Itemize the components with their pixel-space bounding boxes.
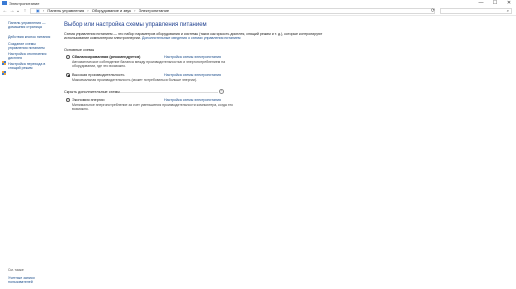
shield-icon (2, 52, 6, 65)
recent-locations-chevron-icon[interactable]: ⌄ (15, 7, 21, 15)
section-hide-additional[interactable]: Скрыть дополнительные схемы (64, 90, 120, 94)
breadcrumb-item[interactable]: Оборудование и звук (92, 8, 131, 13)
plan-description: Максимальная производительность (может п… (72, 78, 198, 82)
close-button[interactable]: ✕ (502, 0, 516, 7)
collapse-chevron-icon[interactable]: ⌃ (219, 89, 224, 94)
back-arrow-icon[interactable]: ← (2, 7, 8, 15)
breadcrumb-separator: › (42, 8, 45, 13)
breadcrumb: ▣ › Панель управления › Оборудование и з… (36, 8, 169, 14)
main-content: Выбор или настройка схемы управления пит… (58, 16, 516, 289)
window-title: Электропитание (9, 1, 40, 6)
breadcrumb-separator: › (87, 8, 89, 13)
maximize-button[interactable]: ☐ (488, 0, 502, 7)
sidebar-link-home[interactable]: Панель управления — домашняя страница (8, 21, 56, 30)
shield-icon (2, 62, 6, 75)
plan-radio-power-saver[interactable] (66, 98, 70, 102)
minimize-button[interactable]: — (474, 0, 488, 7)
plan-name[interactable]: Экономия энергии (72, 98, 104, 102)
plan-name[interactable]: Сбалансированная (рекомендуется) (72, 55, 140, 59)
plan-settings-link[interactable]: Настройка схемы электропитания (164, 73, 221, 77)
breadcrumb-separator: › (134, 8, 136, 13)
section-main-plans: Основные схемы (64, 48, 95, 52)
sidebar-link-power-buttons[interactable]: Действия кнопок питания (8, 35, 56, 39)
plan-radio-balanced[interactable] (66, 55, 70, 59)
intro-text: Схема управления питанием — это набор па… (64, 32, 344, 41)
plan-description: Автоматическое соблюдение баланса между … (72, 60, 226, 69)
sidebar-link-user-accounts[interactable]: Учетные записи пользователей (8, 276, 56, 284)
breadcrumb-item[interactable]: Панель управления (47, 8, 84, 13)
page-title: Выбор или настройка схемы управления пит… (64, 22, 207, 28)
refresh-icon[interactable]: ⟳ (430, 7, 436, 15)
up-arrow-icon[interactable]: ↑ (22, 7, 28, 15)
sidebar-link-create-plan[interactable]: Создание схемы управления питанием (8, 42, 56, 51)
see-also-label: См. также (8, 268, 24, 272)
address-bar-row: ← → ⌄ ↑ ▣ › Панель управления › Оборудов… (0, 7, 516, 16)
breadcrumb-item[interactable]: Электропитание (139, 8, 169, 13)
plan-settings-link[interactable]: Настройка схемы электропитания (164, 98, 221, 102)
search-icon: ⌕ (506, 8, 509, 13)
sidebar: Панель управления — домашняя страница Де… (0, 16, 58, 289)
section-divider (120, 92, 218, 93)
intro-help-link[interactable]: Дополнительные сведения о схемах управле… (142, 36, 241, 40)
power-options-icon (2, 1, 7, 5)
search-input[interactable]: ⌕ (440, 8, 512, 14)
plan-radio-high-performance[interactable] (66, 73, 70, 77)
plan-settings-link[interactable]: Настройка схемы электропитания (164, 55, 221, 59)
control-panel-icon: ▣ (36, 8, 40, 13)
sidebar-link-sleep[interactable]: Настройка перехода в спящий режим (8, 62, 56, 71)
plan-description: Минимальное энергопотребление за счет ум… (72, 103, 234, 112)
sidebar-link-display-off[interactable]: Настройка отключения дисплея (8, 52, 56, 61)
plan-name[interactable]: Высокая производительность (72, 73, 124, 77)
